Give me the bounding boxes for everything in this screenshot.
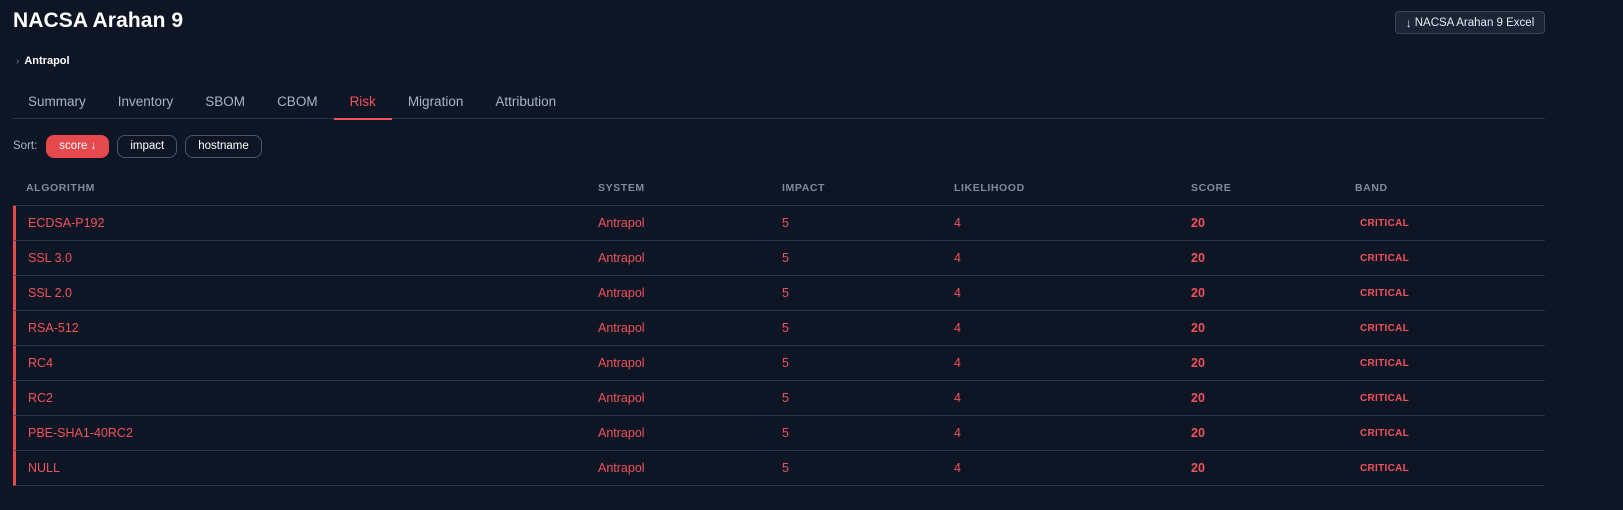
cell-system: Antrapol — [598, 391, 645, 405]
tab-sbom[interactable]: SBOM — [189, 84, 261, 119]
cell-score: 20 — [1191, 461, 1205, 475]
table-row[interactable]: RC4 Antrapol 5 4 20 CRITICAL — [13, 346, 1545, 381]
tab-summary[interactable]: Summary — [12, 84, 102, 119]
table-row[interactable]: PBE-SHA1-40RC2 Antrapol 5 4 20 CRITICAL — [13, 416, 1545, 451]
cell-band-badge: CRITICAL — [1360, 357, 1410, 369]
table-row[interactable]: SSL 3.0 Antrapol 5 4 20 CRITICAL — [13, 241, 1545, 276]
cell-impact: 5 — [782, 321, 789, 335]
cell-algorithm: SSL 2.0 — [28, 286, 73, 300]
cell-likelihood: 4 — [954, 461, 961, 475]
cell-score: 20 — [1191, 391, 1205, 405]
download-icon: ↓ — [1405, 15, 1412, 30]
cell-likelihood: 4 — [954, 251, 961, 265]
cell-algorithm: NULL — [28, 461, 60, 475]
cell-band-badge: CRITICAL — [1360, 252, 1410, 264]
cell-band-badge: CRITICAL — [1360, 287, 1410, 299]
table-row[interactable]: SSL 2.0 Antrapol 5 4 20 CRITICAL — [13, 276, 1545, 311]
cell-score: 20 — [1191, 356, 1205, 370]
table-row[interactable]: NULL Antrapol 5 4 20 CRITICAL — [13, 451, 1545, 486]
page-title: NACSA Arahan 9 — [13, 9, 184, 32]
breadcrumb: › Antrapol — [16, 55, 70, 67]
column-header-impact[interactable]: IMPACT — [782, 182, 954, 194]
sort-impact-button[interactable]: impact — [117, 134, 178, 158]
cell-score: 20 — [1191, 216, 1205, 230]
cell-algorithm: PBE-SHA1-40RC2 — [28, 426, 133, 440]
cell-likelihood: 4 — [954, 426, 961, 440]
cell-impact: 5 — [782, 391, 789, 405]
cell-impact: 5 — [782, 461, 789, 475]
cell-impact: 5 — [782, 426, 789, 440]
column-header-system[interactable]: SYSTEM — [598, 182, 782, 194]
cell-band-badge: CRITICAL — [1360, 427, 1410, 439]
column-header-score[interactable]: SCORE — [1191, 182, 1355, 194]
column-header-algorithm[interactable]: ALGORITHM — [13, 182, 598, 194]
export-excel-button[interactable]: ↓ NACSA Arahan 9 Excel — [1395, 11, 1545, 34]
cell-score: 20 — [1191, 286, 1205, 300]
cell-algorithm: RSA-512 — [28, 321, 79, 335]
cell-impact: 5 — [782, 216, 789, 230]
cell-likelihood: 4 — [954, 391, 961, 405]
cell-algorithm: RC4 — [28, 356, 54, 370]
table-row[interactable]: RSA-512 Antrapol 5 4 20 CRITICAL — [13, 311, 1545, 346]
tab-cbom[interactable]: CBOM — [261, 84, 334, 119]
cell-system: Antrapol — [598, 286, 645, 300]
tab-inventory[interactable]: Inventory — [102, 84, 190, 119]
cell-likelihood: 4 — [954, 216, 961, 230]
sort-controls: Sort: score ↓ impact hostname — [13, 134, 262, 158]
column-header-likelihood[interactable]: LIKELIHOOD — [954, 182, 1191, 194]
cell-system: Antrapol — [598, 321, 645, 335]
cell-impact: 5 — [782, 286, 789, 300]
table-row[interactable]: ECDSA-P192 Antrapol 5 4 20 CRITICAL — [13, 206, 1545, 241]
tab-attribution[interactable]: Attribution — [479, 84, 572, 119]
cell-impact: 5 — [782, 251, 789, 265]
tab-migration[interactable]: Migration — [392, 84, 480, 119]
cell-band-badge: CRITICAL — [1360, 462, 1410, 474]
cell-system: Antrapol — [598, 461, 645, 475]
cell-system: Antrapol — [598, 356, 645, 370]
sort-score-button[interactable]: score ↓ — [46, 134, 110, 158]
sort-label: Sort: — [13, 140, 38, 152]
cell-score: 20 — [1191, 426, 1205, 440]
cell-score: 20 — [1191, 321, 1205, 335]
cell-band-badge: CRITICAL — [1360, 392, 1410, 404]
cell-algorithm: RC2 — [28, 391, 54, 405]
cell-system: Antrapol — [598, 251, 645, 265]
cell-score: 20 — [1191, 251, 1205, 265]
table-header: ALGORITHM SYSTEM IMPACT LIKELIHOOD SCORE… — [13, 170, 1545, 206]
chevron-right-icon: › — [16, 55, 20, 67]
cell-algorithm: SSL 3.0 — [28, 251, 73, 265]
cell-likelihood: 4 — [954, 286, 961, 300]
table-row[interactable]: RC2 Antrapol 5 4 20 CRITICAL — [13, 381, 1545, 416]
cell-likelihood: 4 — [954, 356, 961, 370]
cell-algorithm: ECDSA-P192 — [28, 216, 105, 230]
cell-band-badge: CRITICAL — [1360, 322, 1410, 334]
cell-impact: 5 — [782, 356, 789, 370]
risk-table: ALGORITHM SYSTEM IMPACT LIKELIHOOD SCORE… — [13, 170, 1545, 486]
risk-page: NACSA Arahan 9 ↓ NACSA Arahan 9 Excel › … — [0, 0, 1623, 510]
tab-risk[interactable]: Risk — [333, 84, 393, 120]
cell-system: Antrapol — [598, 426, 645, 440]
cell-likelihood: 4 — [954, 321, 961, 335]
breadcrumb-item[interactable]: Antrapol — [24, 55, 69, 67]
cell-band-badge: CRITICAL — [1360, 217, 1410, 229]
column-header-band[interactable]: BAND — [1355, 182, 1545, 194]
sort-hostname-button[interactable]: hostname — [185, 134, 262, 158]
tab-bar: Summary Inventory SBOM CBOM Risk Migrati… — [12, 84, 1545, 120]
export-excel-label: NACSA Arahan 9 Excel — [1414, 16, 1535, 29]
cell-system: Antrapol — [598, 216, 645, 230]
